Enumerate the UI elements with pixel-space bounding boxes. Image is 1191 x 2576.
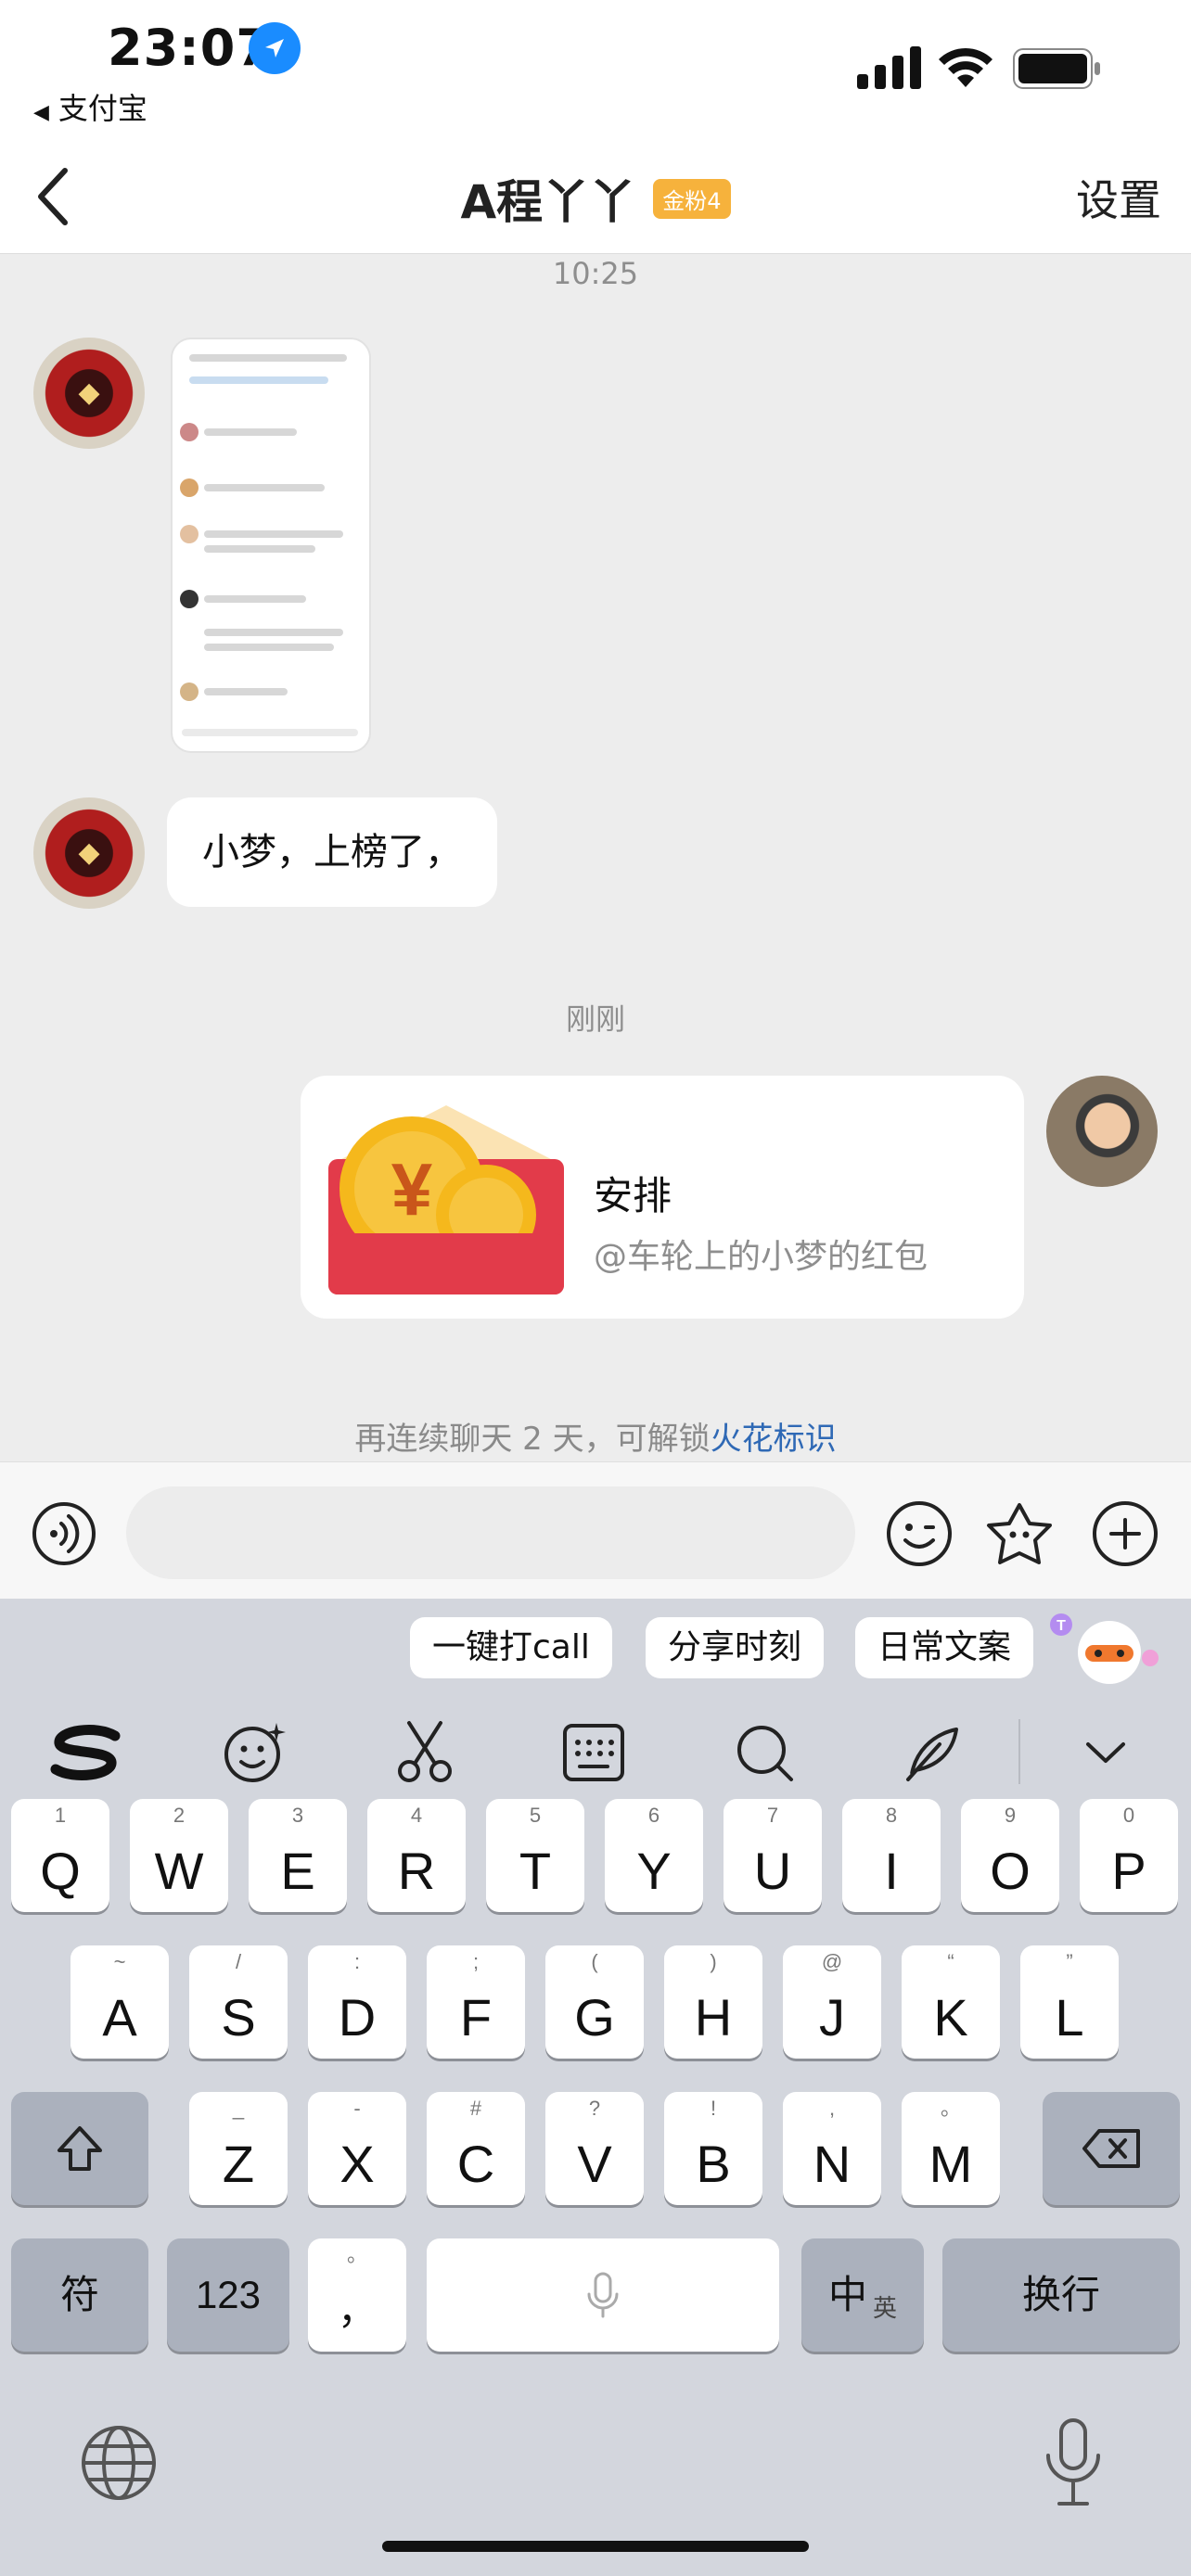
punctuation-key[interactable]: 。， xyxy=(308,2238,406,2352)
red-packet-title: 安排 xyxy=(594,1173,672,1218)
avatar-emblem-icon: ◆ xyxy=(78,376,100,409)
voice-input-icon[interactable] xyxy=(32,1501,96,1566)
fan-level-badge: 金粉4 xyxy=(653,178,731,219)
key-t[interactable]: 5T xyxy=(486,1799,584,1912)
key-v[interactable]: ? V xyxy=(545,2092,644,2205)
chat-title[interactable]: A程丫丫 xyxy=(460,175,635,229)
spark-streak-tip: 再连续聊天 2 天，可解锁火花标识 xyxy=(0,1413,1191,1459)
svg-text:T: T xyxy=(1057,1618,1066,1634)
avatar-emblem-icon: ◆ xyxy=(78,836,100,869)
key-l[interactable]: ” L xyxy=(1020,1945,1119,2059)
return-key[interactable]: 换行 xyxy=(942,2238,1180,2352)
toolbar-divider xyxy=(1018,1719,1020,1784)
wifi-icon xyxy=(939,47,992,87)
message-input[interactable] xyxy=(126,1486,855,1579)
search-icon[interactable] xyxy=(727,1715,801,1790)
settings-button[interactable]: 设置 xyxy=(1076,167,1161,228)
space-key[interactable] xyxy=(427,2238,779,2352)
keyboard-layout-icon[interactable] xyxy=(557,1715,631,1790)
scissors-icon[interactable] xyxy=(388,1715,462,1790)
dictation-mic-icon[interactable] xyxy=(1041,2417,1106,2509)
key-a[interactable]: ~ A xyxy=(70,1945,169,2059)
message-timestamp: 10:25 xyxy=(552,256,639,291)
message-input-bar xyxy=(0,1461,1191,1599)
keyboard: 一键打call 分享时刻 日常文案 T 1 Q 2 W 3 E 4 R 5 T … xyxy=(0,1599,1191,2576)
emoji-icon[interactable] xyxy=(885,1499,954,1568)
location-arrow-icon xyxy=(249,22,301,74)
key-x[interactable]: -X xyxy=(308,2092,406,2205)
image-message[interactable] xyxy=(171,338,371,753)
back-triangle-icon: ◀ xyxy=(33,101,49,124)
chat-title-group: A程丫丫 金粉4 xyxy=(0,165,1191,232)
language-switch-key[interactable]: 中英 xyxy=(801,2238,924,2352)
microphone-icon xyxy=(427,2238,779,2352)
handwriting-pen-icon[interactable] xyxy=(896,1715,970,1790)
suggestion-chip[interactable]: 一键打call xyxy=(410,1617,612,1678)
key-e[interactable]: 3E xyxy=(249,1799,347,1912)
status-bar: 23:07 ◀ 支付宝 xyxy=(0,0,1191,139)
contact-avatar[interactable]: ◆ xyxy=(33,797,145,909)
red-packet-message[interactable]: ¥ 安排 @车轮上的小梦的红包 xyxy=(301,1076,1024,1319)
key-w[interactable]: 2W xyxy=(130,1799,228,1912)
numbers-key[interactable]: 123 xyxy=(167,2238,289,2352)
key-z[interactable]: _ Z xyxy=(189,2092,288,2205)
keyboard-logo-icon[interactable] xyxy=(48,1715,122,1790)
key-g[interactable]: (G xyxy=(545,1945,644,2059)
contact-avatar[interactable]: ◆ xyxy=(33,338,145,449)
key-i[interactable]: 8I xyxy=(842,1799,941,1912)
backspace-icon xyxy=(1043,2092,1180,2205)
emoji-keyboard-icon[interactable] xyxy=(217,1715,291,1790)
message-timestamp: 刚刚 xyxy=(565,1001,625,1037)
battery-icon xyxy=(1013,48,1100,89)
suggestion-chip[interactable]: 分享时刻 xyxy=(646,1617,825,1678)
key-m[interactable]: 。 M xyxy=(902,2092,1000,2205)
key-s[interactable]: / S xyxy=(189,1945,288,2059)
my-avatar[interactable] xyxy=(1046,1076,1158,1187)
suggestion-chip[interactable]: 日常文案 xyxy=(855,1617,1034,1678)
globe-icon[interactable] xyxy=(80,2424,158,2502)
key-k[interactable]: “K xyxy=(902,1945,1000,2059)
back-to-app-link[interactable]: ◀ 支付宝 xyxy=(33,85,147,128)
key-q[interactable]: 1Q xyxy=(11,1799,109,1912)
symbols-key[interactable]: 符 xyxy=(11,2238,148,2352)
key-d[interactable]: :D xyxy=(308,1945,406,2059)
key-o[interactable]: 9O xyxy=(961,1799,1059,1912)
chat-header: A程丫丫 金粉4 设置 xyxy=(0,139,1191,254)
incoming-message-bubble[interactable]: 小梦，上榜了， xyxy=(167,797,497,907)
spark-tip-text: 再连续聊天 2 天，可解锁 xyxy=(354,1421,711,1458)
shift-arrow-icon xyxy=(11,2092,148,2205)
keyboard-toolbar xyxy=(0,1695,1191,1803)
sticker-icon[interactable] xyxy=(985,1499,1054,1568)
key-r[interactable]: 4R xyxy=(367,1799,466,1912)
back-app-label: 支付宝 xyxy=(58,91,147,126)
key-u[interactable]: 7U xyxy=(724,1799,822,1912)
spark-badge-link[interactable]: 火花标识 xyxy=(711,1421,837,1458)
clock: 23:07 xyxy=(108,19,272,77)
shift-key[interactable] xyxy=(11,2092,148,2205)
key-y[interactable]: 6Y xyxy=(605,1799,703,1912)
delete-key[interactable] xyxy=(1043,2092,1180,2205)
key-p[interactable]: 0P xyxy=(1080,1799,1178,1912)
cellular-signal-icon xyxy=(857,46,921,89)
plus-icon[interactable] xyxy=(1091,1499,1159,1568)
keyboard-suggestion-bar: 一键打call 分享时刻 日常文案 T xyxy=(0,1608,1191,1691)
chevron-down-icon[interactable] xyxy=(1069,1715,1143,1790)
svg-text:¥: ¥ xyxy=(391,1148,433,1231)
key-j[interactable]: @ J xyxy=(783,1945,881,2059)
keyboard-assistant-mascot-icon[interactable]: T xyxy=(1048,1612,1159,1690)
key-b[interactable]: ! B xyxy=(664,2092,762,2205)
red-packet-subtitle: @车轮上的小梦的红包 xyxy=(594,1238,928,1276)
key-f[interactable]: ; F xyxy=(427,1945,525,2059)
key-h[interactable]: ) H xyxy=(664,1945,762,2059)
red-packet-icon: ¥ xyxy=(328,1105,564,1294)
key-c[interactable]: # C xyxy=(427,2092,525,2205)
key-n[interactable]: ,N xyxy=(783,2092,881,2205)
home-indicator[interactable] xyxy=(382,2541,809,2552)
